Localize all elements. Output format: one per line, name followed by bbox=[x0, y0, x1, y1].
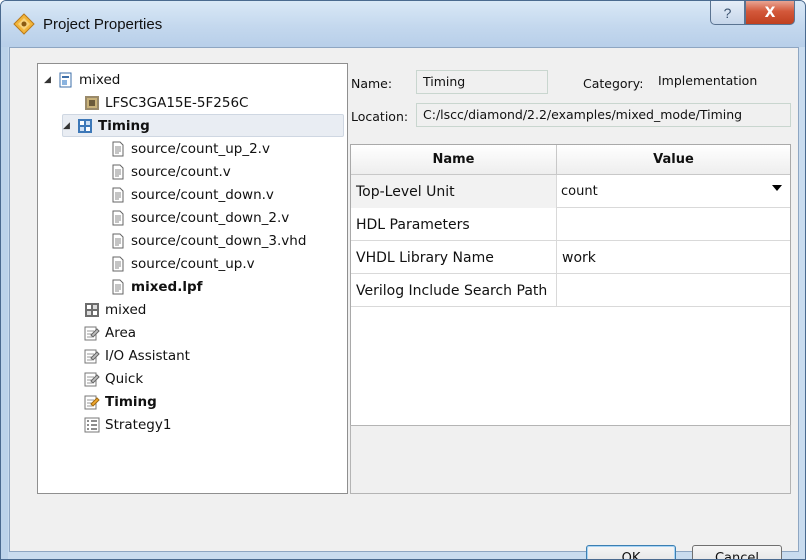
tree-item-constraint-file[interactable]: mixed.lpf bbox=[110, 275, 203, 298]
expanded-arrow-icon[interactable]: ◢ bbox=[44, 75, 58, 85]
property-name: Top-Level Unit bbox=[351, 175, 557, 208]
property-name: HDL Parameters bbox=[351, 208, 557, 241]
column-header-value[interactable]: Value bbox=[557, 145, 790, 175]
file-icon bbox=[112, 233, 124, 248]
cancel-button-label: Cancel bbox=[714, 551, 760, 560]
location-field: C:/lscc/diamond/2.2/examples/mixed_mode/… bbox=[416, 103, 791, 127]
category-value: Implementation bbox=[658, 73, 758, 88]
tree-item-strategy-quick[interactable]: Quick bbox=[84, 367, 143, 390]
tree-item-label: Timing bbox=[98, 117, 150, 134]
cancel-button[interactable]: Cancel bbox=[692, 545, 782, 560]
location-label: Location: bbox=[351, 109, 409, 124]
close-icon: X bbox=[764, 4, 776, 21]
strategy-icon bbox=[84, 372, 100, 386]
property-value-field[interactable]: work bbox=[557, 241, 790, 274]
tree-item-label: source/count_up_2.v bbox=[131, 140, 270, 157]
dropdown-value: count bbox=[561, 184, 598, 199]
help-icon: ? bbox=[723, 4, 732, 21]
property-value-field[interactable] bbox=[557, 274, 790, 307]
name-field: Timing bbox=[416, 70, 548, 94]
project-icon bbox=[59, 72, 72, 87]
tree-item-source-file[interactable]: source/count_up.v bbox=[110, 252, 255, 275]
strategy-list-icon bbox=[84, 417, 100, 432]
title-bar: Project Properties ? X bbox=[1, 1, 805, 47]
file-icon bbox=[112, 141, 124, 156]
property-value-field[interactable] bbox=[557, 208, 790, 241]
tree-item-source-file[interactable]: source/count_up_2.v bbox=[110, 137, 270, 160]
tree-item-label: source/count_down_3.vhd bbox=[131, 232, 307, 249]
window-title: Project Properties bbox=[43, 16, 163, 33]
tree-item-strategy-timing[interactable]: Timing bbox=[84, 390, 157, 413]
tree-item-label: Strategy1 bbox=[105, 416, 172, 433]
diamond-app-icon bbox=[13, 13, 35, 35]
file-icon bbox=[112, 256, 124, 271]
file-icon bbox=[112, 210, 124, 225]
file-icon bbox=[112, 187, 124, 202]
property-name: VHDL Library Name bbox=[351, 241, 557, 274]
strategy-active-icon bbox=[84, 395, 100, 409]
window-border bbox=[1, 1, 8, 559]
ok-button-label: OK bbox=[621, 551, 641, 560]
tree-item-label: Quick bbox=[105, 370, 144, 387]
tree-item-source-file[interactable]: source/count.v bbox=[110, 160, 231, 183]
implementation-icon bbox=[85, 302, 99, 317]
tree-item-strategy-area[interactable]: Area bbox=[84, 321, 136, 344]
device-chip-icon bbox=[85, 95, 99, 110]
tree-item-source-file[interactable]: source/count_down_3.vhd bbox=[110, 229, 306, 252]
properties-grid: Name Value Top-Level Unit count HDL Para… bbox=[350, 144, 791, 459]
tree-item-implementation-mixed[interactable]: mixed bbox=[84, 298, 146, 321]
help-button[interactable]: ? bbox=[710, 1, 745, 25]
tree-item-source-file[interactable]: source/count_down_2.v bbox=[110, 206, 289, 229]
implementation-icon bbox=[78, 118, 92, 133]
file-icon bbox=[112, 164, 124, 179]
tree-item-source-file[interactable]: source/count_down.v bbox=[110, 183, 274, 206]
tree-item-project-mixed[interactable]: ◢ mixed bbox=[44, 68, 120, 91]
table-row: Verilog Include Search Path bbox=[351, 274, 790, 307]
tree-item-implementation-timing[interactable]: ◢ Timing bbox=[62, 114, 344, 137]
tree-item-label: Area bbox=[105, 324, 137, 341]
expanded-arrow-icon[interactable]: ◢ bbox=[63, 121, 77, 131]
close-button[interactable]: X bbox=[745, 1, 795, 25]
strategy-icon bbox=[84, 349, 100, 363]
tree-item-label: LFSC3GA15E-5F256C bbox=[105, 94, 249, 111]
project-properties-dialog: Project Properties ? X ◢ mixed LFSC3GA15… bbox=[0, 0, 806, 560]
tree-item-label: I/O Assistant bbox=[105, 347, 190, 364]
table-row: Top-Level Unit count bbox=[351, 175, 790, 208]
project-tree[interactable]: ◢ mixed LFSC3GA15E-5F256C ◢ Timing sourc… bbox=[37, 63, 348, 494]
tree-item-label: source/count_down.v bbox=[131, 186, 274, 203]
table-row: HDL Parameters bbox=[351, 208, 790, 241]
tree-item-strategy1[interactable]: Strategy1 bbox=[84, 413, 171, 436]
tree-item-label: source/count.v bbox=[131, 163, 231, 180]
table-row: VHDL Library Name work bbox=[351, 241, 790, 274]
dialog-client-area: ◢ mixed LFSC3GA15E-5F256C ◢ Timing sourc… bbox=[9, 47, 799, 559]
file-icon bbox=[112, 279, 124, 294]
tree-item-label: Timing bbox=[105, 393, 157, 410]
tree-item-label: mixed.lpf bbox=[131, 278, 203, 295]
category-label: Category: bbox=[583, 76, 644, 91]
tree-item-label: source/count_up.v bbox=[131, 255, 255, 272]
tree-item-device[interactable]: LFSC3GA15E-5F256C bbox=[84, 91, 248, 114]
name-label: Name: bbox=[351, 76, 393, 91]
column-header-name[interactable]: Name bbox=[351, 145, 557, 175]
tree-item-label: mixed bbox=[105, 301, 147, 318]
strategy-icon bbox=[84, 326, 100, 340]
description-box bbox=[350, 425, 791, 494]
tree-item-label: source/count_down_2.v bbox=[131, 209, 290, 226]
dropdown-arrow-icon[interactable] bbox=[772, 185, 782, 191]
property-name: Verilog Include Search Path bbox=[351, 274, 557, 307]
tree-item-label: mixed bbox=[79, 71, 121, 88]
tree-item-strategy-io-assistant[interactable]: I/O Assistant bbox=[84, 344, 190, 367]
top-level-unit-dropdown[interactable]: count bbox=[557, 177, 790, 206]
ok-button[interactable]: OK bbox=[586, 545, 676, 560]
